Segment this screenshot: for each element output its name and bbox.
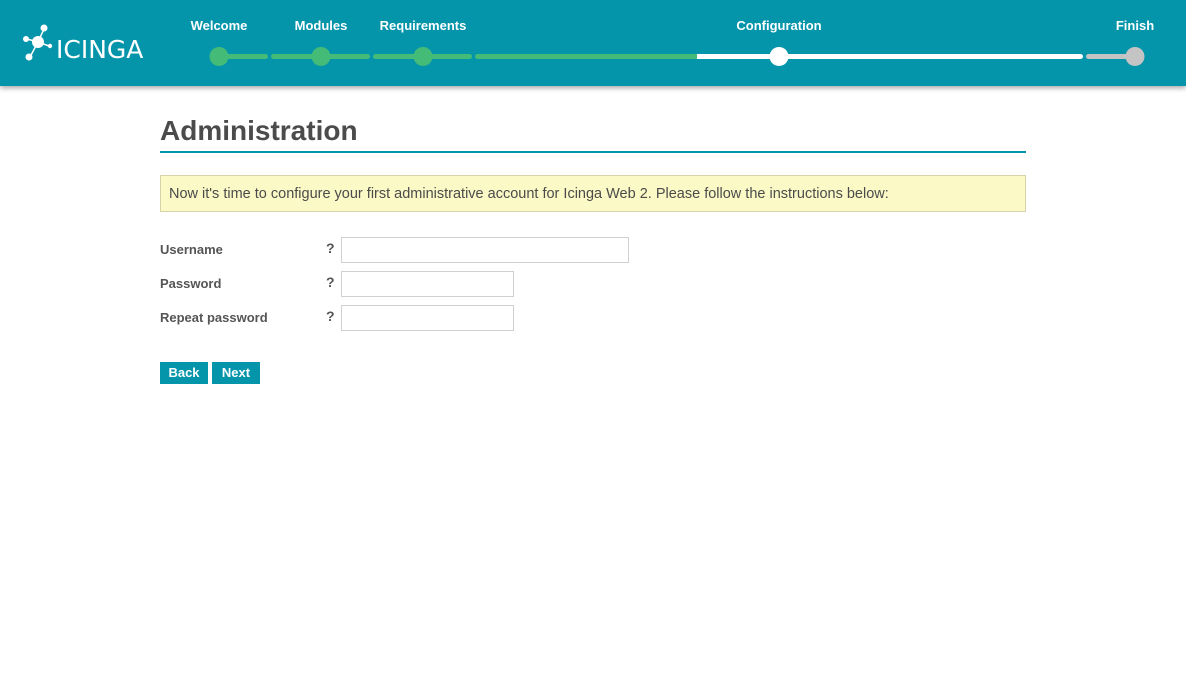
icinga-logo: ICINGA xyxy=(20,20,150,70)
step-dot-welcome xyxy=(209,47,229,66)
logo-icon xyxy=(23,24,53,61)
username-input[interactable] xyxy=(341,237,629,263)
instructions-notice: Now it's time to configure your first ad… xyxy=(160,175,1026,212)
progress-track-configuration-done xyxy=(475,54,699,59)
step-label-requirements: Requirements xyxy=(379,18,467,33)
brand-wordmark: ICINGA xyxy=(56,35,144,64)
password-row: Password ? xyxy=(160,271,520,297)
repeat-password-help-icon[interactable]: ? xyxy=(326,308,335,324)
main-content: Administration Now it's time to configur… xyxy=(160,110,1026,384)
password-help-icon[interactable]: ? xyxy=(326,274,335,290)
top-bar: ICINGA Welcome Modules Requirements Conf… xyxy=(0,0,1186,86)
step-dot-requirements xyxy=(413,47,433,66)
repeat-password-input[interactable] xyxy=(341,305,514,331)
password-input[interactable] xyxy=(341,271,514,297)
step-label-welcome: Welcome xyxy=(190,18,248,33)
password-label: Password xyxy=(160,276,222,291)
step-dot-modules xyxy=(311,47,331,66)
next-button[interactable]: Next xyxy=(212,362,260,384)
step-dot-finish xyxy=(1125,47,1145,66)
repeat-password-label: Repeat password xyxy=(160,310,268,325)
back-button[interactable]: Back xyxy=(160,362,208,384)
username-label: Username xyxy=(160,242,223,257)
step-label-finish: Finish xyxy=(1115,18,1155,33)
step-dot-configuration xyxy=(769,47,789,66)
username-row: Username ? xyxy=(160,237,630,263)
page-title: Administration xyxy=(160,110,1026,153)
repeat-password-row: Repeat password ? xyxy=(160,305,520,331)
username-help-icon[interactable]: ? xyxy=(326,240,335,256)
step-label-modules: Modules xyxy=(294,18,348,33)
step-label-configuration: Configuration xyxy=(736,18,822,33)
progress-track-configuration-todo xyxy=(697,54,1083,59)
